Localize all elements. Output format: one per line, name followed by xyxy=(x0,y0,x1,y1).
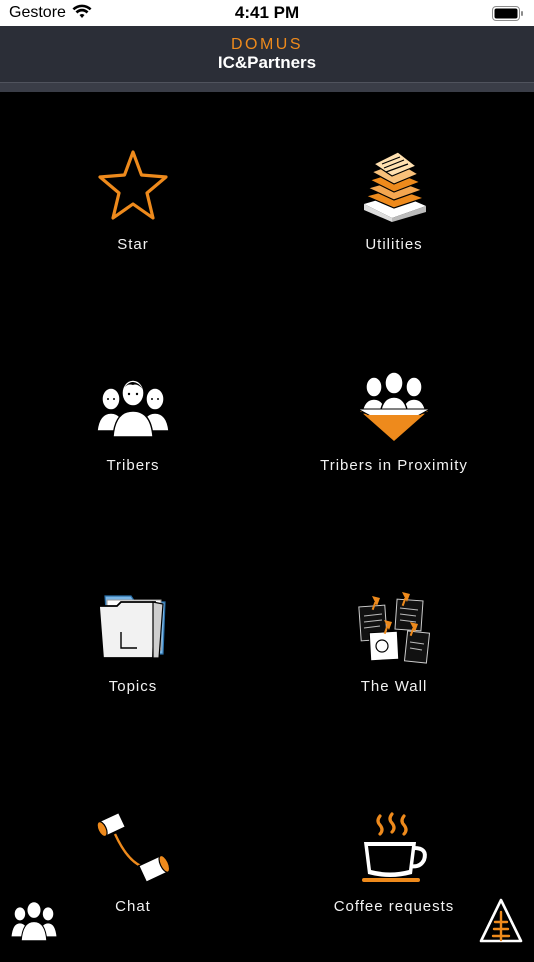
menu-item-topics[interactable]: Topics xyxy=(33,592,233,742)
coffee-cup-icon xyxy=(362,812,427,882)
status-time: 4:41 PM xyxy=(234,3,300,22)
menu-item-label: Utilities xyxy=(365,236,423,253)
status-bar: Gestore 4:41 PM xyxy=(0,0,534,26)
menu-item-tribers[interactable]: Tribers xyxy=(33,371,233,521)
menu-item-label: Star xyxy=(117,236,149,253)
menu-item-utilities[interactable]: Utilities xyxy=(294,150,494,300)
tin-can-phone-icon xyxy=(97,812,169,884)
navigation-bar: DOMUS IC&Partners xyxy=(0,26,534,82)
people-group-icon xyxy=(97,379,169,438)
star-icon xyxy=(98,150,168,220)
menu-item-label: Topics xyxy=(108,678,158,695)
folder-icon xyxy=(98,595,166,659)
header-title: IC&Partners xyxy=(217,53,317,72)
menu-item-star[interactable]: Star xyxy=(33,150,233,300)
papers-stack-icon xyxy=(364,151,426,222)
menu-item-the-wall[interactable]: The Wall xyxy=(294,592,494,742)
menu-item-chat[interactable]: Chat xyxy=(33,812,233,962)
tent-logo-icon[interactable] xyxy=(478,898,524,944)
menu-item-label: Tribers xyxy=(106,457,160,474)
navbar-divider xyxy=(0,82,534,92)
menu-item-label: The Wall xyxy=(360,678,428,695)
header-subtitle: DOMUS xyxy=(230,36,304,53)
battery-icon xyxy=(492,6,523,21)
menu-item-tribers-in-proximity[interactable]: Tribers in Proximity xyxy=(294,371,494,521)
people-funnel-icon xyxy=(358,371,430,441)
people-group-icon[interactable] xyxy=(10,896,58,942)
menu-item-label: Tribers in Proximity xyxy=(320,457,468,474)
pinned-notes-icon xyxy=(358,592,430,664)
menu-item-coffee-requests[interactable]: Coffee requests xyxy=(294,812,494,962)
